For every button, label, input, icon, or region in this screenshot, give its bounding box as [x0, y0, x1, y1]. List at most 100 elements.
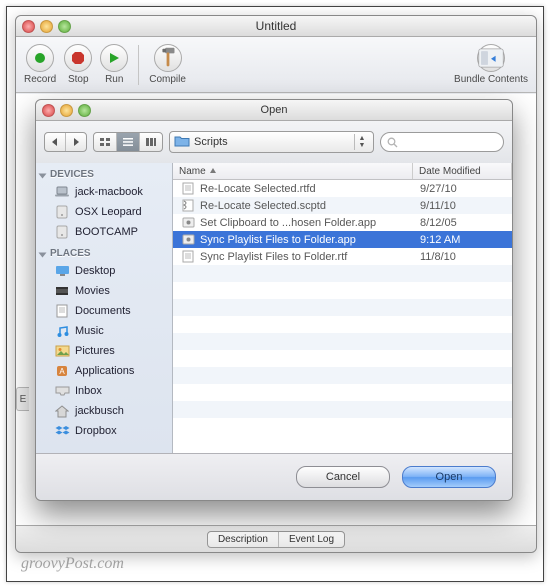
bottom-bar: Description Event Log [16, 525, 536, 552]
sidebar-item-label: Dropbox [75, 425, 117, 437]
file-icon [181, 233, 195, 247]
file-date: 8/12/05 [414, 217, 512, 229]
compile-button[interactable]: Compile [149, 44, 186, 85]
file-date: 9/11/10 [414, 200, 512, 212]
tab-description[interactable]: Description [208, 532, 279, 547]
folder-icon [174, 134, 190, 150]
file-row[interactable]: Re-Locate Selected.rtfd 9/27/10 [173, 180, 512, 197]
zoom-icon[interactable] [78, 104, 91, 117]
sidebar-item-documents[interactable]: Documents [36, 301, 172, 321]
sidebar-item-bootcamp[interactable]: BOOTCAMP [36, 222, 172, 242]
open-button[interactable]: Open [402, 466, 496, 488]
window-title: Untitled [256, 19, 297, 33]
sidebar-item-label: BOOTCAMP [75, 226, 138, 238]
sidebar-item-jackbusch[interactable]: jackbusch [36, 401, 172, 421]
back-button[interactable] [45, 133, 66, 151]
dropbox-icon [54, 423, 70, 439]
bottom-tabs: Description Event Log [207, 531, 345, 548]
sidebar: DEVICES jack-macbookOSX LeopardBOOTCAMP … [36, 163, 173, 454]
disk-icon [54, 204, 70, 220]
toolbar-divider [138, 45, 139, 85]
file-icon [181, 250, 195, 264]
record-button[interactable]: Record [24, 44, 56, 85]
sidebar-item-music[interactable]: Music [36, 321, 172, 341]
file-icon [181, 216, 195, 230]
minimize-icon[interactable] [40, 20, 53, 33]
file-row-empty [173, 282, 512, 299]
file-row-empty [173, 384, 512, 401]
cancel-button[interactable]: Cancel [296, 466, 390, 488]
sidebar-item-label: OSX Leopard [75, 206, 142, 218]
sidebar-item-label: Movies [75, 285, 110, 297]
view-buttons [93, 132, 163, 152]
sidebar-item-label: jackbusch [75, 405, 124, 417]
search-field[interactable] [402, 135, 486, 149]
traffic-lights [22, 20, 71, 33]
disk-icon [54, 224, 70, 240]
stop-button[interactable]: Stop [64, 44, 92, 85]
dialog-body: DEVICES jack-macbookOSX LeopardBOOTCAMP … [36, 163, 512, 454]
forward-button[interactable] [66, 133, 86, 151]
tab-event-log[interactable]: Event Log [279, 532, 344, 547]
search-input[interactable] [380, 132, 504, 152]
column-name[interactable]: Name [173, 163, 413, 179]
minimize-icon[interactable] [60, 104, 73, 117]
column-date[interactable]: Date Modified [413, 163, 512, 179]
music-icon [54, 323, 70, 339]
icon-view-button[interactable] [94, 133, 117, 151]
file-date: 9/27/10 [414, 183, 512, 195]
file-row[interactable]: Sync Playlist Files to Folder.app9:12 AM [173, 231, 512, 248]
hammer-icon [154, 44, 182, 72]
sidebar-item-pictures[interactable]: Pictures [36, 341, 172, 361]
run-button[interactable]: Run [100, 44, 128, 85]
apps-icon: A [54, 363, 70, 379]
sidebar-item-label: Pictures [75, 345, 115, 357]
file-row-empty [173, 367, 512, 384]
zoom-icon[interactable] [58, 20, 71, 33]
open-dialog: Open [35, 99, 513, 501]
sidebar-item-applications[interactable]: AApplications [36, 361, 172, 381]
search-icon [387, 137, 398, 148]
file-row-empty [173, 350, 512, 367]
list-view-button[interactable] [117, 133, 140, 151]
file-row[interactable]: Re-Locate Selected.scptd9/11/10 [173, 197, 512, 214]
file-row-empty [173, 418, 512, 435]
file-name: Re-Locate Selected.rtfd [200, 183, 316, 195]
sidebar-item-desktop[interactable]: Desktop [36, 261, 172, 281]
file-date: 9:12 AM [414, 234, 512, 246]
main-titlebar: Untitled [16, 16, 536, 37]
sidebar-item-dropbox[interactable]: Dropbox [36, 421, 172, 441]
close-icon[interactable] [22, 20, 35, 33]
folder-dropdown[interactable]: Scripts ▲▼ [169, 131, 374, 153]
file-row-empty [173, 299, 512, 316]
inbox-icon [54, 383, 70, 399]
file-pane: Name Date Modified Re-Locate Selected.rt… [173, 163, 512, 454]
run-icon [100, 44, 128, 72]
sidebar-item-label: jack-macbook [75, 186, 143, 198]
file-list: Re-Locate Selected.rtfd9/27/10Re-Locate … [173, 180, 512, 454]
nav-buttons [44, 132, 87, 152]
sidebar-item-movies[interactable]: Movies [36, 281, 172, 301]
sidebar-item-label: Music [75, 325, 104, 337]
record-icon [26, 44, 54, 72]
desktop-icon [54, 263, 70, 279]
devices-header: DEVICES [36, 165, 172, 182]
sidebar-item-osx-leopard[interactable]: OSX Leopard [36, 202, 172, 222]
bundle-contents-button[interactable]: Bundle Contents [454, 44, 528, 85]
edge-tab[interactable]: E [16, 387, 29, 411]
column-headers: Name Date Modified [173, 163, 512, 180]
file-row-empty [173, 316, 512, 333]
documents-icon [54, 303, 70, 319]
sidebar-item-inbox[interactable]: Inbox [36, 381, 172, 401]
file-row[interactable]: Set Clipboard to ...hosen Folder.app8/12… [173, 214, 512, 231]
folder-name: Scripts [194, 136, 228, 148]
stop-icon [64, 44, 92, 72]
file-row[interactable]: Sync Playlist Files to Folder.rtf11/8/10 [173, 248, 512, 265]
close-icon[interactable] [42, 104, 55, 117]
sidebar-item-label: Desktop [75, 265, 115, 277]
updown-icon: ▲▼ [354, 134, 369, 150]
file-row-empty [173, 401, 512, 418]
column-view-button[interactable] [140, 133, 162, 151]
file-icon [181, 182, 195, 196]
sidebar-item-jack-macbook[interactable]: jack-macbook [36, 182, 172, 202]
